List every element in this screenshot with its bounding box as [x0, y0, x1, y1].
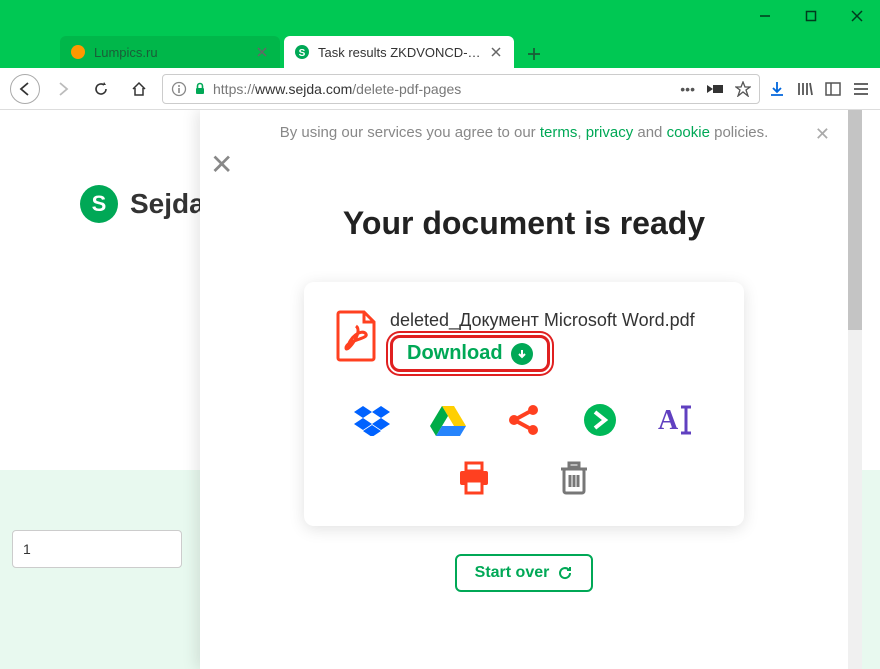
- url-text: https://www.sejda.com/delete-pdf-pages: [213, 81, 674, 97]
- terms-link[interactable]: terms: [540, 124, 578, 141]
- file-row: deleted_Документ Microsoft Word.pdf Down…: [334, 310, 714, 372]
- favicon-icon: [70, 44, 86, 60]
- new-tab-button[interactable]: [518, 40, 550, 68]
- logo-text: Sejda: [130, 188, 205, 220]
- window-controls: [742, 0, 880, 32]
- home-button[interactable]: [124, 74, 154, 104]
- close-window-button[interactable]: [834, 0, 880, 32]
- reader-icon[interactable]: [705, 81, 725, 97]
- page-title: Your document is ready: [240, 205, 808, 242]
- modal-content: Your document is ready deleted_Документ …: [200, 155, 848, 622]
- tab-strip: Lumpics.ru S Task results ZKDVONCD-20180…: [0, 32, 880, 68]
- favicon-icon: S: [294, 44, 310, 60]
- share-icon[interactable]: [504, 400, 544, 440]
- google-drive-icon[interactable]: [428, 400, 468, 440]
- continue-icon[interactable]: [580, 400, 620, 440]
- lock-icon: [193, 82, 207, 96]
- page-content: S Sejda 1 By using our services you agre…: [0, 110, 880, 669]
- cookie-link[interactable]: cookie: [667, 124, 710, 141]
- dropbox-icon[interactable]: [352, 400, 392, 440]
- start-over-button[interactable]: Start over: [455, 554, 594, 592]
- svg-text:A: A: [658, 405, 679, 435]
- back-button[interactable]: [10, 74, 40, 104]
- maximize-button[interactable]: [788, 0, 834, 32]
- tab-close-icon[interactable]: [254, 44, 270, 60]
- toolbar-actions: [768, 80, 870, 98]
- file-info: deleted_Документ Microsoft Word.pdf Down…: [390, 310, 714, 372]
- download-button[interactable]: Download: [390, 335, 550, 372]
- print-icon[interactable]: [454, 458, 494, 498]
- download-arrow-icon: [511, 343, 533, 365]
- result-panel: By using our services you agree to our t…: [200, 110, 848, 669]
- cookie-close-icon[interactable]: ✕: [815, 124, 830, 145]
- logo-icon: S: [80, 185, 118, 223]
- action-icon-row: [334, 458, 714, 498]
- delete-icon[interactable]: [554, 458, 594, 498]
- tab-label: Task results ZKDVONCD-20180…: [318, 45, 482, 60]
- bookmark-icon[interactable]: [735, 81, 751, 97]
- window-titlebar: [0, 0, 880, 32]
- library-icon[interactable]: [796, 80, 814, 98]
- info-icon[interactable]: [171, 81, 187, 97]
- tab-label: Lumpics.ru: [94, 45, 248, 60]
- tab-sejda[interactable]: S Task results ZKDVONCD-20180…: [284, 36, 514, 68]
- scroll-thumb[interactable]: [848, 110, 862, 330]
- scrollbar[interactable]: [848, 110, 862, 669]
- filename: deleted_Документ Microsoft Word.pdf: [390, 310, 714, 331]
- page-number-input[interactable]: 1: [12, 530, 182, 568]
- tab-lumpics[interactable]: Lumpics.ru: [60, 36, 280, 68]
- svg-text:S: S: [299, 48, 306, 59]
- forward-button[interactable]: [48, 74, 78, 104]
- reload-button[interactable]: [86, 74, 116, 104]
- url-bar: https://www.sejda.com/delete-pdf-pages •…: [0, 68, 880, 110]
- rename-icon[interactable]: A: [656, 400, 696, 440]
- privacy-link[interactable]: privacy: [586, 124, 634, 141]
- more-icon[interactable]: •••: [680, 81, 695, 97]
- minimize-button[interactable]: [742, 0, 788, 32]
- start-over-label: Start over: [475, 564, 550, 582]
- cookie-notice: By using our services you agree to our t…: [200, 110, 848, 155]
- sidebar-icon[interactable]: [824, 80, 842, 98]
- share-icon-row: A: [334, 400, 714, 440]
- menu-icon[interactable]: [852, 80, 870, 98]
- pdf-icon: [334, 310, 378, 362]
- download-label: Download: [407, 342, 503, 365]
- url-actions: •••: [680, 81, 751, 97]
- modal-close-icon[interactable]: ✕: [210, 148, 233, 181]
- tab-close-icon[interactable]: [488, 44, 504, 60]
- downloads-icon[interactable]: [768, 80, 786, 98]
- address-bar[interactable]: https://www.sejda.com/delete-pdf-pages •…: [162, 74, 760, 104]
- result-card: deleted_Документ Microsoft Word.pdf Down…: [304, 282, 744, 526]
- restart-icon: [557, 565, 573, 581]
- sejda-logo[interactable]: S Sejda: [80, 185, 205, 223]
